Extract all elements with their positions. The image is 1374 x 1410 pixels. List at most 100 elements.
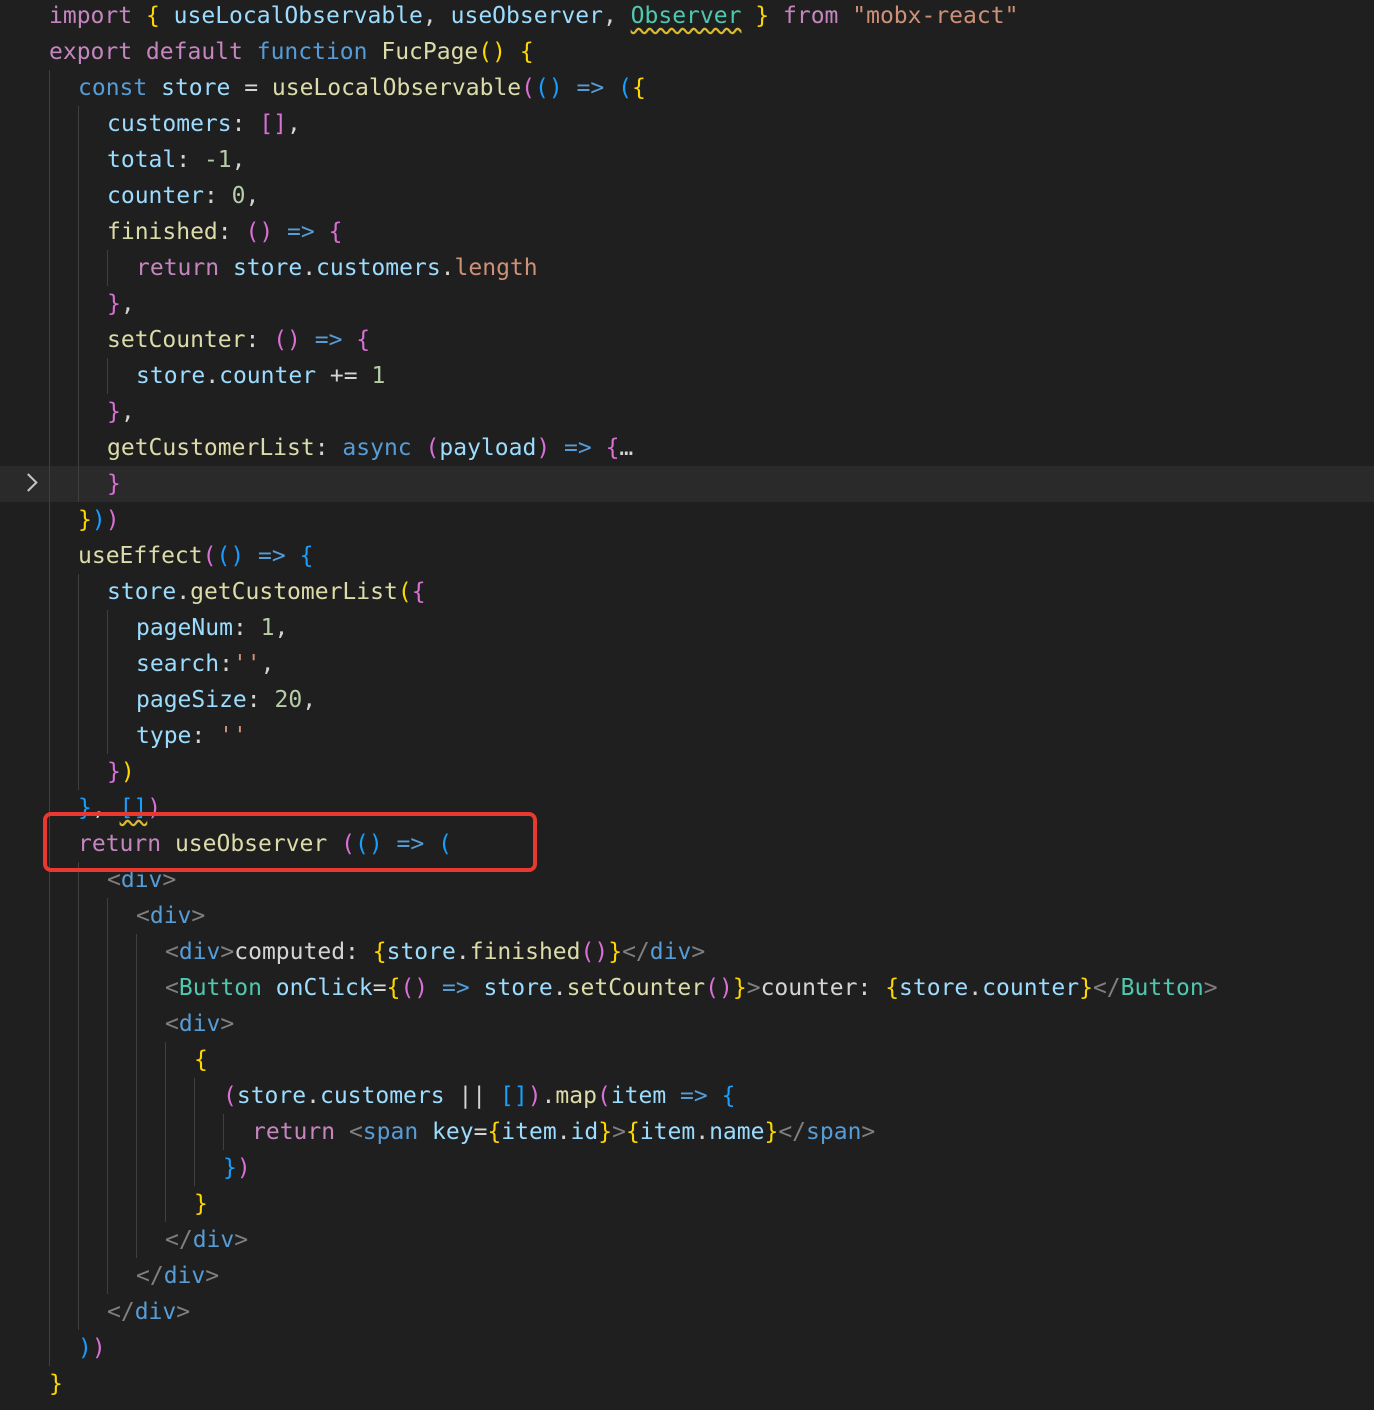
code-line[interactable]: useEffect(() => {	[0, 538, 1374, 574]
code-text: search:'',	[136, 646, 275, 682]
indent-guide	[49, 214, 50, 250]
code-line[interactable]: ))	[0, 1330, 1374, 1366]
code-token: {	[356, 327, 371, 353]
fold-chevron-icon[interactable]	[19, 473, 38, 492]
code-token: import	[49, 3, 133, 29]
indent-guide	[78, 1078, 79, 1114]
code-line[interactable]: getCustomerList: async (payload) => {…	[0, 430, 1374, 466]
code-token: .	[695, 1119, 710, 1145]
code-token: map	[555, 1083, 597, 1109]
code-token: (	[397, 579, 412, 605]
code-line[interactable]: search:'',	[0, 646, 1374, 682]
code-line[interactable]: }	[0, 1366, 1374, 1402]
indent-guide	[49, 394, 50, 430]
indent-guide	[136, 1222, 137, 1258]
indent-guide	[194, 1150, 195, 1186]
code-text: export default function FucPage() {	[49, 34, 534, 70]
indent-guide	[49, 1330, 50, 1366]
code-line[interactable]: <div>	[0, 898, 1374, 934]
code-text: }))	[78, 502, 120, 538]
code-token: ()	[400, 975, 429, 1001]
code-token: <	[348, 1119, 363, 1145]
indent-guide	[78, 718, 79, 754]
code-text: },	[107, 394, 135, 430]
code-token: div	[134, 1299, 177, 1325]
code-token: const	[78, 75, 162, 101]
code-line[interactable]: pageSize: 20,	[0, 682, 1374, 718]
code-token: >	[612, 1119, 626, 1145]
indent-guide	[136, 934, 137, 970]
code-text: const store = useLocalObservable(() => (…	[78, 70, 646, 106]
code-line[interactable]: counter: 0,	[0, 178, 1374, 214]
code-text: customers: [],	[107, 106, 301, 142]
code-line[interactable]: const store = useLocalObservable(() => (…	[0, 70, 1374, 106]
indent-guide	[107, 934, 108, 970]
code-token: )	[91, 507, 106, 533]
code-line[interactable]: store.getCustomerList({	[0, 574, 1374, 610]
code-token: :	[219, 651, 233, 677]
code-token: div	[178, 1011, 221, 1037]
indent-guide	[107, 1042, 108, 1078]
code-line[interactable]: pageNum: 1,	[0, 610, 1374, 646]
indent-guide	[78, 430, 79, 466]
code-line[interactable]: })	[0, 1150, 1374, 1186]
code-token: =>	[428, 975, 484, 1001]
code-token: setCounter	[107, 327, 246, 353]
code-line[interactable]: <div>	[0, 1006, 1374, 1042]
code-line[interactable]: },	[0, 286, 1374, 322]
code-token: {	[631, 75, 646, 101]
indent-guide	[49, 1258, 50, 1294]
code-token: {	[519, 39, 534, 65]
indent-guide	[107, 970, 108, 1006]
code-line[interactable]: return <span key={item.id}>{item.name}</…	[0, 1114, 1374, 1150]
code-line[interactable]: </div>	[0, 1222, 1374, 1258]
code-line[interactable]: {	[0, 1042, 1374, 1078]
code-line[interactable]: total: -1,	[0, 142, 1374, 178]
code-token: ,	[422, 3, 451, 29]
code-token: []	[499, 1083, 528, 1109]
code-line[interactable]: type: ''	[0, 718, 1374, 754]
code-editor[interactable]: import { useLocalObservable, useObserver…	[0, 0, 1374, 1410]
code-token: {	[372, 939, 387, 965]
code-line[interactable]: return store.customers.length	[0, 250, 1374, 286]
code-line[interactable]: </div>	[0, 1294, 1374, 1330]
code-line[interactable]: customers: [],	[0, 106, 1374, 142]
indent-guide	[78, 682, 79, 718]
code-line[interactable]: store.counter += 1	[0, 358, 1374, 394]
indent-guide	[49, 178, 50, 214]
code-token: async	[342, 435, 426, 461]
code-line[interactable]: import { useLocalObservable, useObserver…	[0, 0, 1374, 34]
code-token: <	[165, 975, 179, 1001]
code-line[interactable]: }))	[0, 502, 1374, 538]
code-token: (	[521, 75, 535, 101]
indent-guide	[107, 250, 108, 286]
code-line[interactable]: setCounter: () => {	[0, 322, 1374, 358]
code-text: (store.customers || []).map(item => {	[223, 1078, 735, 1114]
indent-guide	[49, 286, 50, 322]
code-line[interactable]: <div>computed: {store.finished()}</div>	[0, 934, 1374, 970]
code-line[interactable]: })	[0, 754, 1374, 790]
code-line[interactable]: },	[0, 394, 1374, 430]
code-line[interactable]: export default function FucPage() {	[0, 34, 1374, 70]
code-token: :	[245, 327, 274, 353]
code-line[interactable]: </div>	[0, 1258, 1374, 1294]
code-line[interactable]: <Button onClick={() => store.setCounter(…	[0, 970, 1374, 1006]
code-line[interactable]: finished: () => {	[0, 214, 1374, 250]
code-line[interactable]: }	[0, 1186, 1374, 1222]
code-token: {	[885, 975, 900, 1001]
code-token: store	[899, 975, 969, 1001]
code-token: ,	[274, 615, 289, 641]
code-token: store	[232, 255, 303, 281]
code-token: {	[411, 579, 426, 605]
indent-guide	[165, 1042, 166, 1078]
code-token: }	[755, 3, 770, 29]
code-line[interactable]: }	[0, 466, 1374, 502]
code-token: store	[236, 1083, 307, 1109]
code-token: >	[234, 1227, 249, 1253]
code-token: {	[328, 219, 343, 245]
code-token: (	[618, 75, 632, 101]
code-token: Button	[1120, 975, 1204, 1001]
code-token: (	[425, 435, 440, 461]
code-line[interactable]: (store.customers || []).map(item => {	[0, 1078, 1374, 1114]
